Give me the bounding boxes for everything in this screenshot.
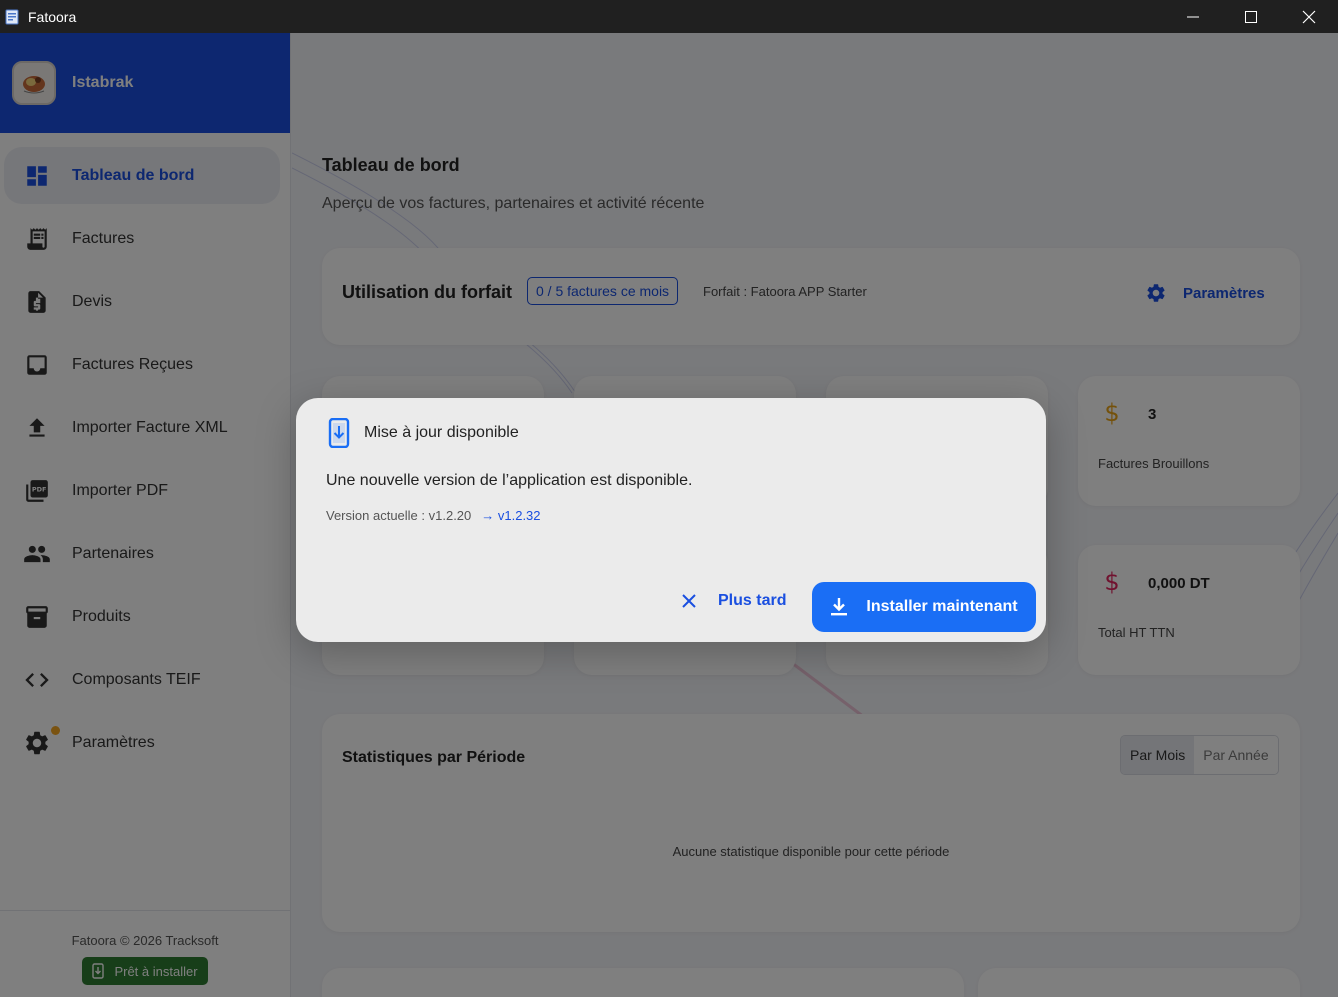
system-update-icon — [328, 418, 350, 448]
minimize-icon — [1187, 16, 1199, 17]
later-button[interactable]: Plus tard — [680, 592, 786, 610]
close-icon — [682, 594, 696, 608]
app-icon — [5, 9, 19, 24]
version-info: Version actuelle : v1.2.20 → v1.2.32 — [326, 508, 541, 523]
window-titlebar: Fatoora — [0, 0, 1338, 33]
dialog-message: Une nouvelle version de l’application es… — [326, 472, 693, 489]
current-version: Version actuelle : v1.2.20 — [326, 508, 472, 523]
later-button-label: Plus tard — [718, 592, 787, 609]
minimize-button[interactable] — [1164, 0, 1222, 33]
new-version: → v1.2.32 — [481, 508, 541, 523]
download-icon — [831, 598, 848, 616]
dialog-title: Mise à jour disponible — [364, 424, 519, 441]
close-button[interactable] — [1280, 0, 1338, 33]
install-now-label: Installer maintenant — [866, 598, 1018, 615]
close-icon — [1302, 10, 1316, 23]
dialog-header: Mise à jour disponible — [328, 418, 519, 448]
window-title: Fatoora — [28, 8, 77, 25]
maximize-button[interactable] — [1222, 0, 1280, 33]
maximize-icon — [1245, 10, 1257, 23]
update-dialog: Mise à jour disponible Une nouvelle vers… — [296, 398, 1046, 642]
install-now-button[interactable]: Installer maintenant — [812, 582, 1036, 632]
